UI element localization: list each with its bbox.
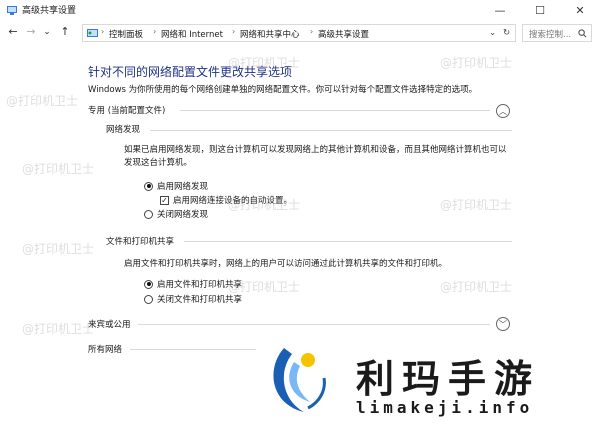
network-discovery-title: 网络发现: [106, 125, 141, 135]
maximize-button[interactable]: ☐: [520, 0, 560, 20]
page-description: Windows 为你所使用的每个网络创建单独的网络配置文件。你可以针对每个配置文…: [88, 85, 478, 95]
watermark-text: @打印机卫士: [22, 162, 95, 176]
watermark-text: @打印机卫士: [440, 280, 513, 294]
breadcrumb-separator: ›: [153, 27, 157, 36]
watermark-text: @打印机卫士: [6, 94, 79, 108]
expand-chevron-icon[interactable]: ﹀: [496, 317, 510, 331]
network-center-icon: [7, 6, 17, 15]
section-divider: [150, 130, 512, 131]
window-title: 高级共享设置: [22, 6, 77, 16]
title-bar: 高级共享设置 — ☐ ✕: [0, 0, 600, 20]
network-discovery-on-radio[interactable]: 启用网络发现: [144, 180, 208, 192]
file-printer-sharing-title: 文件和打印机共享: [106, 237, 175, 247]
watermark-text: @打印机卫士: [440, 198, 513, 212]
back-arrow-icon[interactable]: ←: [6, 25, 20, 39]
section-divider: [184, 241, 512, 242]
file-sharing-off-radio[interactable]: 关闭文件和打印机共享: [144, 293, 242, 305]
page-title: 针对不同的网络配置文件更改共享选项: [88, 65, 293, 79]
up-arrow-icon[interactable]: ↑: [58, 25, 72, 39]
forward-arrow-icon[interactable]: →: [24, 25, 38, 39]
radio-selected-icon: [144, 181, 153, 191]
breadcrumb-network-internet[interactable]: 网络和 Internet: [161, 28, 223, 40]
watermark-text: @打印机卫士: [22, 242, 95, 256]
network-discovery-off-radio[interactable]: 关闭网络发现: [144, 208, 208, 220]
radio-label: 启用文件和打印机共享: [157, 280, 243, 290]
address-dropdown-chevron-icon[interactable]: ⌄: [489, 28, 496, 38]
breadcrumb-control-panel[interactable]: 控制面板: [109, 28, 143, 40]
radio-unselected-icon: [144, 209, 153, 219]
breadcrumb-separator: ›: [232, 27, 236, 36]
navigation-bar: ← → ⌄ ↑ › 控制面板 › 网络和 Internet › 网络和共享中心 …: [0, 20, 600, 46]
recent-locations-chevron-icon[interactable]: ⌄: [40, 25, 54, 39]
all-networks-title[interactable]: 所有网络: [88, 343, 122, 355]
radio-unselected-icon: [144, 294, 153, 304]
breadcrumb-network-sharing-center[interactable]: 网络和共享中心: [240, 28, 300, 40]
search-input[interactable]: 搜索控制...: [522, 24, 592, 42]
watermark-text: @打印机卫士: [440, 56, 513, 70]
radio-label: 关闭网络发现: [157, 210, 209, 220]
section-divider: [130, 349, 256, 350]
section-divider: [180, 110, 490, 111]
radio-label: 启用网络发现: [157, 182, 209, 192]
network-discovery-description: 如果已启用网络发现，则这台计算机可以发现网络上的其他计算机和设备，而且其他网络计…: [124, 145, 507, 168]
brand-domain: limakeji.info: [356, 398, 534, 417]
brand-logo-icon: [273, 348, 326, 412]
refresh-icon[interactable]: ↻: [503, 28, 510, 38]
private-profile-title[interactable]: 专用 (当前配置文件): [88, 104, 165, 116]
file-printer-sharing-description: 启用文件和打印机共享时，网络上的用户可以访问通过此计算机共享的文件和打印机。: [124, 259, 448, 269]
guest-public-profile-title[interactable]: 来宾或公用: [88, 318, 131, 330]
minimize-button[interactable]: —: [480, 0, 520, 20]
search-placeholder: 搜索控制...: [529, 30, 572, 40]
checkmark-icon: ✓: [160, 195, 169, 205]
watermark-text: @打印机卫士: [22, 322, 95, 336]
control-panel-icon: [87, 29, 98, 37]
auto-setup-checkbox[interactable]: ✓ 启用网络连接设备的自动设置。: [160, 194, 292, 206]
radio-label: 关闭文件和打印机共享: [157, 295, 243, 305]
file-sharing-on-radio[interactable]: 启用文件和打印机共享: [144, 278, 242, 290]
checkbox-label: 启用网络连接设备的自动设置。: [173, 196, 293, 206]
collapse-chevron-icon[interactable]: ︿: [496, 104, 510, 118]
section-divider: [138, 324, 490, 325]
address-bar[interactable]: › 控制面板 › 网络和 Internet › 网络和共享中心 › 高级共享设置…: [82, 24, 516, 42]
breadcrumb-separator: ›: [101, 27, 105, 36]
search-icon: [578, 29, 587, 38]
brand-name: 利玛手游: [356, 357, 541, 401]
brand-logo-overlay: 利玛手游 limakeji.info: [256, 334, 600, 423]
radio-selected-icon: [144, 279, 153, 289]
breadcrumb-separator: ›: [310, 27, 314, 36]
close-button[interactable]: ✕: [560, 0, 600, 20]
breadcrumb-advanced-sharing[interactable]: 高级共享设置: [318, 28, 369, 40]
